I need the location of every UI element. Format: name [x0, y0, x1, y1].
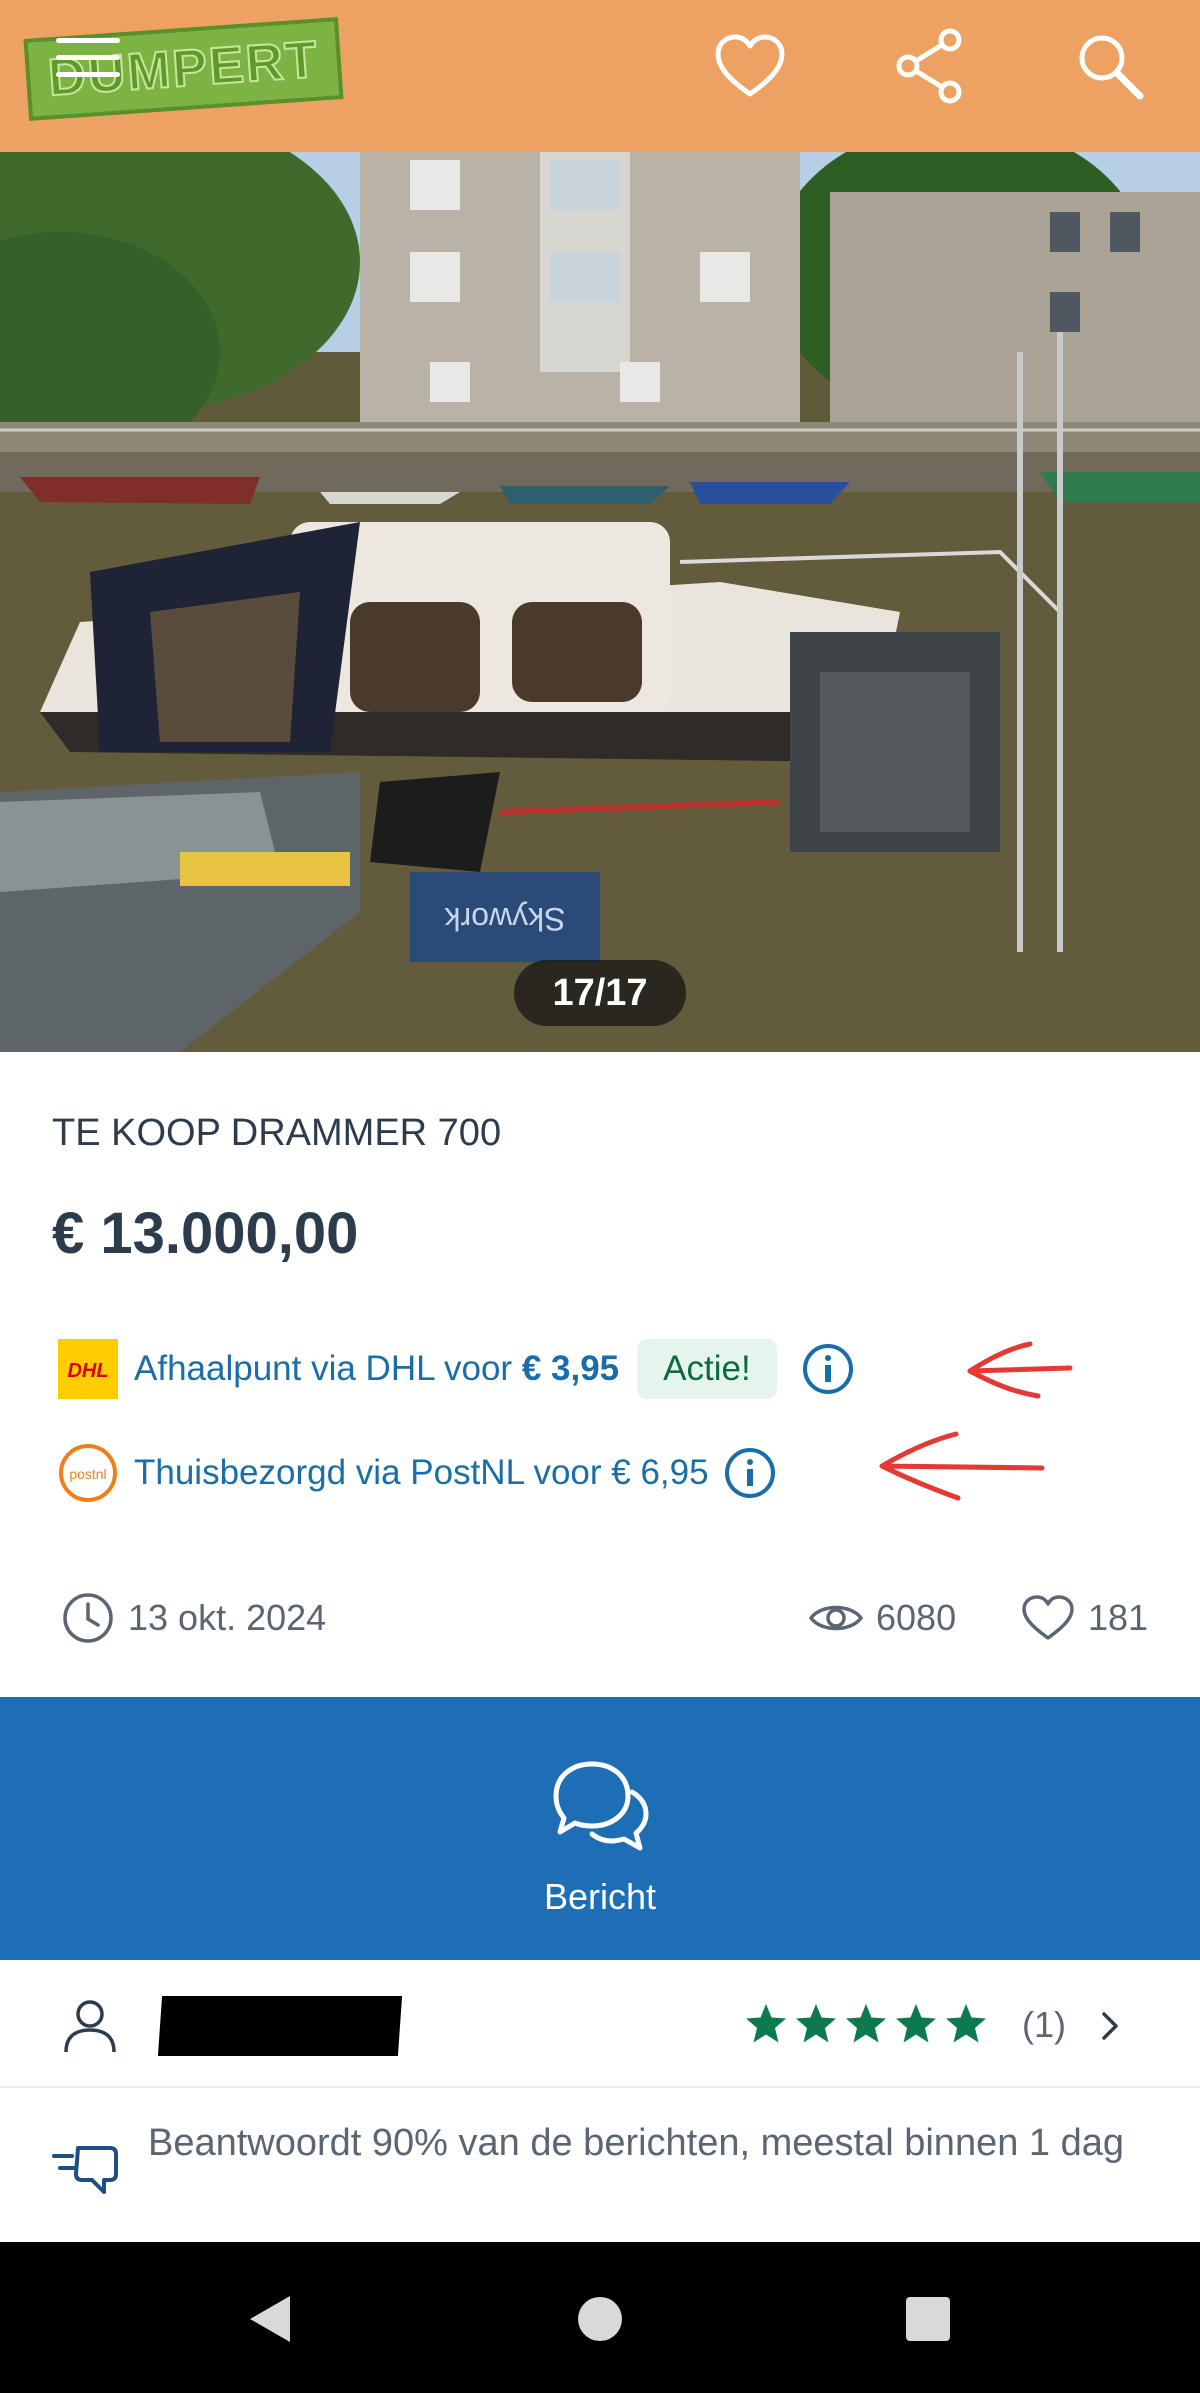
recents-icon[interactable]: [904, 2295, 952, 2343]
boat-stencil-text: Skywork: [444, 901, 566, 937]
annotation-arrow: [879, 1431, 1045, 1501]
info-icon[interactable]: [723, 1446, 777, 1500]
listing-date: 13 okt. 2024: [60, 1590, 326, 1646]
share-icon[interactable]: [890, 26, 970, 106]
info-icon[interactable]: [801, 1342, 855, 1396]
search-icon[interactable]: [1070, 26, 1150, 106]
heart-icon[interactable]: [710, 26, 790, 106]
annotation-arrow: [967, 1341, 1073, 1399]
shipping-option-dhl[interactable]: DHL Afhaalpunt via DHL voor € 3,95 Actie…: [58, 1334, 855, 1404]
star-icon: [746, 2004, 786, 2043]
menu-icon[interactable]: [56, 38, 120, 90]
photo-counter: 17/17: [514, 960, 686, 1026]
fast-reply-icon: [52, 2146, 118, 2194]
home-icon[interactable]: [576, 2295, 624, 2343]
star-icon: [896, 2004, 936, 2043]
postnl-logo-icon: postnl: [59, 1444, 117, 1502]
chat-bubbles-icon: [553, 1761, 649, 1851]
rating-count: (1): [1022, 2004, 1066, 2045]
favorite-count[interactable]: 181: [1020, 1590, 1148, 1646]
message-button-label: Bericht: [543, 1876, 657, 1917]
redacted-seller-name: [157, 1996, 403, 2056]
view-count: 6080: [808, 1590, 956, 1646]
listing-title: TE KOOP DRAMMER 700: [52, 1112, 502, 1154]
dhl-logo-icon: DHL: [58, 1339, 118, 1399]
clock-icon: [63, 1593, 113, 1643]
star-icon: [796, 2004, 836, 2043]
response-rate-text: Beantwoordt 90% van de berichten, meesta…: [148, 2122, 1124, 2164]
listing-price: € 13.000,00: [52, 1201, 359, 1266]
svg-text:postnl: postnl: [69, 1466, 106, 1482]
chevron-right-icon[interactable]: [1098, 2008, 1124, 2044]
seller-rating-stars: [744, 1996, 994, 2052]
listing-photo[interactable]: Skywork: [0, 152, 1200, 1052]
promo-badge: Actie!: [637, 1339, 777, 1399]
back-icon[interactable]: [244, 2292, 294, 2346]
heart-icon: [1022, 1595, 1074, 1640]
postnl-shipping-text: Thuisbezorgd via PostNL voor € 6,95: [134, 1453, 709, 1492]
star-icon: [946, 2004, 986, 2043]
dhl-shipping-text: Afhaalpunt via DHL voor € 3,95: [134, 1349, 620, 1388]
shipping-option-postnl[interactable]: postnl Thuisbezorgd via PostNL voor € 6,…: [58, 1438, 777, 1508]
user-icon: [64, 2000, 116, 2053]
eye-icon: [808, 1605, 864, 1631]
star-icon: [846, 2004, 886, 2043]
system-nav-bar: [0, 2242, 1200, 2393]
svg-text:DHL: DHL: [67, 1360, 108, 1382]
